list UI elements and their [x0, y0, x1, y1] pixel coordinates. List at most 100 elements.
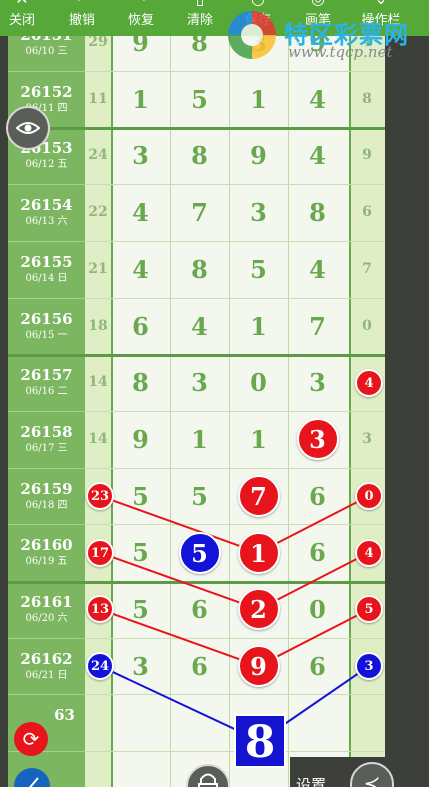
- tail-value: 7: [362, 260, 372, 277]
- tail-value: 0: [362, 317, 372, 334]
- issue-cell[interactable]: 26162 06/21 日: [8, 638, 85, 695]
- digit-cell[interactable]: 8: [288, 184, 347, 241]
- app-screen: 2615106/10 三29983942615206/11 四111514826…: [0, 0, 429, 787]
- issue-date: 06/18 四: [25, 499, 68, 511]
- digit-cell[interactable]: 4: [288, 71, 347, 128]
- issue-date: 06/17 三: [25, 442, 68, 454]
- tail-ball[interactable]: 0: [355, 481, 383, 510]
- tail-value: 9: [362, 147, 372, 164]
- lock-icon: [198, 773, 218, 787]
- digit-cell[interactable]: 1: [229, 411, 288, 468]
- sum-value: 22: [88, 204, 108, 221]
- digit-cell[interactable]: 6: [288, 638, 347, 695]
- issue-cell[interactable]: 26161 06/20 六: [8, 581, 85, 638]
- issue-number: 26158: [20, 422, 73, 441]
- close-icon: ✕: [0, 0, 48, 7]
- sum-value: 21: [88, 260, 108, 277]
- digit-ball[interactable]: 9: [237, 645, 280, 688]
- digit-ball[interactable]: 1: [237, 531, 280, 574]
- digit-ball[interactable]: 5: [178, 531, 221, 574]
- issue-cell[interactable]: 26154 06/13 六: [8, 184, 85, 241]
- digit-cell[interactable]: 1: [170, 411, 229, 468]
- digit-cell[interactable]: 8: [170, 127, 229, 184]
- clear-button[interactable]: ▯ 清除: [174, 0, 226, 36]
- digit-cell[interactable]: 5: [229, 241, 288, 298]
- sum-ball[interactable]: 24: [86, 652, 114, 681]
- pen-button[interactable]: [14, 768, 50, 787]
- digit-cell[interactable]: 4: [288, 241, 347, 298]
- issue-date: 06/14 日: [25, 272, 68, 284]
- digit-cell[interactable]: 0: [229, 354, 288, 411]
- digit-cell[interactable]: 9: [229, 127, 288, 184]
- logo-icon: [228, 11, 276, 59]
- tail-ball[interactable]: 4: [355, 538, 383, 567]
- issue-number: 26160: [20, 536, 73, 555]
- issue-cell[interactable]: 26159 06/18 四: [8, 468, 85, 525]
- digit-cell[interactable]: 5: [170, 468, 229, 525]
- tail-value: 8: [362, 90, 372, 107]
- right-margin: [385, 36, 429, 787]
- digit-cell[interactable]: 1: [229, 298, 288, 355]
- tail-ball[interactable]: 4: [355, 368, 383, 397]
- digit-cell[interactable]: 3: [111, 638, 170, 695]
- sum-ball[interactable]: 23: [86, 481, 114, 510]
- issue-cell[interactable]: 26155 06/14 日: [8, 241, 85, 298]
- sum-value: 11: [88, 90, 108, 107]
- digit-cell[interactable]: 0: [288, 581, 347, 638]
- issue-cell[interactable]: 26160 06/19 五: [8, 524, 85, 581]
- sum-value: 14: [88, 430, 108, 447]
- digit-cell[interactable]: 5: [111, 468, 170, 525]
- sum-ball[interactable]: 17: [86, 538, 114, 567]
- sum-value: 14: [88, 374, 108, 391]
- redo-button[interactable]: ↷ 恢复: [115, 0, 167, 36]
- digit-cell[interactable]: 3: [111, 127, 170, 184]
- refresh-button[interactable]: ⟳: [14, 722, 48, 756]
- digit-cell[interactable]: 3: [288, 354, 347, 411]
- digit-cell[interactable]: 5: [111, 524, 170, 581]
- digit-cell[interactable]: 6: [111, 298, 170, 355]
- digit-cell[interactable]: 6: [288, 524, 347, 581]
- issue-cell[interactable]: 26158 06/17 三: [8, 411, 85, 468]
- tail-value: 6: [362, 204, 372, 221]
- digit-ball[interactable]: 2: [237, 588, 280, 631]
- settings-button[interactable]: 设置: [296, 774, 326, 787]
- digit-cell[interactable]: 3: [170, 354, 229, 411]
- digit-cell[interactable]: 8: [170, 241, 229, 298]
- tail-ball[interactable]: 3: [355, 652, 383, 681]
- digit-cell[interactable]: 6: [288, 468, 347, 525]
- digit-cell[interactable]: 6: [170, 581, 229, 638]
- lock-button[interactable]: [186, 764, 230, 787]
- digit-cell[interactable]: 6: [170, 638, 229, 695]
- digit-cell[interactable]: 8: [111, 354, 170, 411]
- digit-cell[interactable]: 4: [170, 298, 229, 355]
- visibility-toggle-button[interactable]: [6, 106, 50, 150]
- refresh-icon: ⟳: [22, 727, 40, 751]
- undo-icon: ↶: [56, 0, 108, 7]
- digit-cell[interactable]: 7: [170, 184, 229, 241]
- issue-date: 06/21 日: [25, 669, 68, 681]
- digit-cell[interactable]: 1: [111, 71, 170, 128]
- digit-ball[interactable]: 7: [237, 474, 280, 517]
- digit-cell[interactable]: 9: [111, 411, 170, 468]
- digit-cell[interactable]: 4: [111, 184, 170, 241]
- digit-cell[interactable]: 1: [229, 71, 288, 128]
- digit-cell[interactable]: 4: [288, 127, 347, 184]
- digit-cell[interactable]: 5: [111, 581, 170, 638]
- tail-value: 3: [362, 430, 372, 447]
- issue-date: 06/13 六: [25, 216, 68, 228]
- digit-ball[interactable]: 3: [296, 418, 339, 461]
- sum-value: 24: [88, 147, 108, 164]
- pen-icon: [28, 777, 39, 787]
- digit-cell[interactable]: 5: [170, 71, 229, 128]
- close-button[interactable]: ✕ 关闭: [0, 0, 48, 36]
- issue-cell[interactable]: 26156 06/15 一: [8, 298, 85, 355]
- issue-date: 06/15 一: [25, 329, 68, 341]
- issue-cell[interactable]: 26157 06/16 二: [8, 354, 85, 411]
- brush-icon: ◎: [292, 0, 344, 7]
- issue-number: 26157: [20, 366, 73, 385]
- digit-cell[interactable]: 4: [111, 241, 170, 298]
- digit-cell[interactable]: 3: [229, 184, 288, 241]
- undo-button[interactable]: ↶ 撤销: [56, 0, 108, 36]
- digit-cell[interactable]: 7: [288, 298, 347, 355]
- trend-grid: 2615106/10 三29983942615206/11 四111514826…: [8, 14, 385, 787]
